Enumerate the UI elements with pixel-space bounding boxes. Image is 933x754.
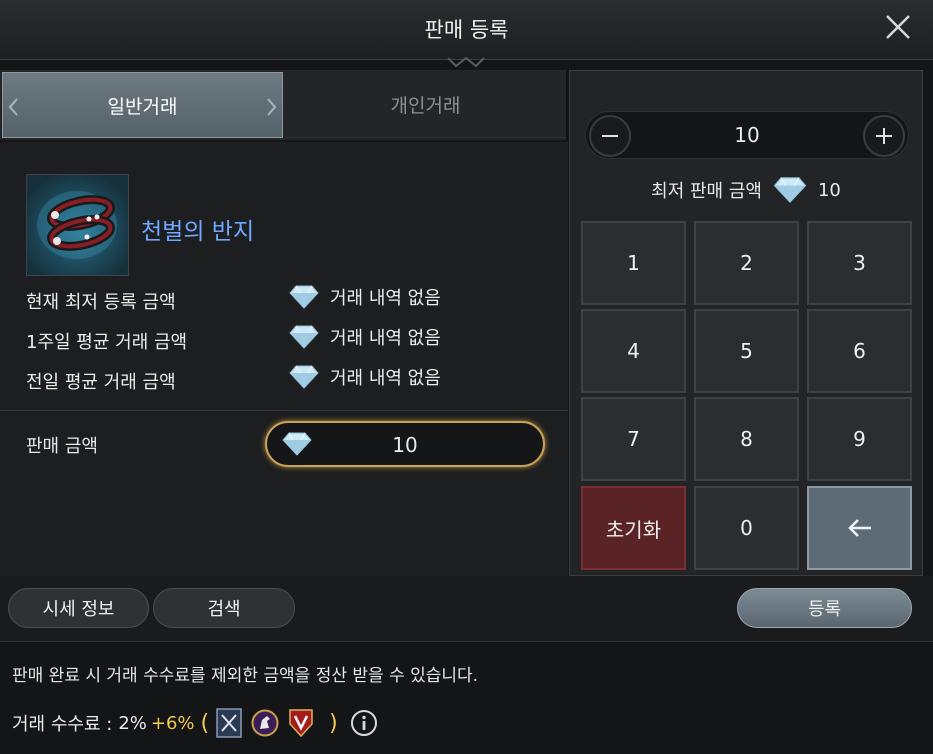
min-price-label: 최저 판매 금액 [651,181,762,202]
arrow-left-icon [847,519,871,537]
tab-label: 개인거래 [390,95,461,117]
ring-icon [37,191,117,259]
open-paren: ( [200,710,210,736]
item-details: 천벌의 반지 현재 최저 등록 금액 거래 내역 없음 1주일 평균 거래 금액… [0,140,568,576]
week-average-value: 거래 내역 없음 [286,324,441,350]
tab-ornament-icon [8,98,18,116]
info-icon[interactable] [350,709,378,737]
min-price-value: 10 [817,179,841,201]
tab-label: 일반거래 [107,95,178,118]
value-text: 거래 내역 없음 [330,328,441,349]
guild-banner-icon[interactable] [215,708,243,738]
ornament-icon [447,56,485,68]
search-button[interactable]: 검색 [153,588,295,628]
tab-private-trade[interactable]: 개인거래 [285,72,566,138]
current-lowest-label: 현재 최저 등록 금액 [26,292,176,313]
key-5[interactable]: 5 [694,309,799,393]
action-bar: 시세 정보 검색 등록 [0,576,933,642]
sale-price-input[interactable]: 10 [265,421,545,467]
close-paren: ) [329,710,338,736]
min-price-row: 최저 판매 금액 10 [570,175,922,205]
item-name: 천벌의 반지 [141,219,255,245]
diamond-icon [289,325,319,349]
diamond-icon [289,285,319,309]
key-7[interactable]: 7 [581,397,686,481]
yesterday-average-value: 거래 내역 없음 [286,364,441,390]
horse-emblem-icon[interactable] [251,708,279,738]
fee-label: 거래 수수료 : [12,714,113,735]
key-9[interactable]: 9 [807,397,912,481]
title-bar: 판매 등록 [0,0,933,68]
sale-price-label: 판매 금액 [26,436,98,457]
key-3[interactable]: 3 [807,221,912,305]
register-button[interactable]: 등록 [737,588,912,628]
settlement-notice: 판매 완료 시 거래 수수료를 제외한 금액을 정산 받을 수 있습니다. [12,666,479,686]
key-2[interactable]: 2 [694,221,799,305]
key-6[interactable]: 6 [807,309,912,393]
plus-button[interactable] [863,115,905,157]
stepper-value: 10 [734,123,760,147]
fee-row: 거래 수수료 : 2% +6% ( ) [12,705,378,741]
fee-bonus: +6% [150,712,195,734]
keypad-panel: 10 최저 판매 금액 10 1 2 3 4 5 6 7 8 9 초기화 0 [569,70,923,576]
value-text: 거래 내역 없음 [330,288,441,309]
reset-button[interactable]: 초기화 [581,486,686,570]
v-shield-icon[interactable] [287,708,315,738]
key-1[interactable]: 1 [581,221,686,305]
quantity-stepper: 10 [585,111,909,159]
sale-price-value: 10 [392,433,418,457]
window-title: 판매 등록 [424,18,509,42]
diamond-icon [289,365,319,389]
current-lowest-value: 거래 내역 없음 [286,284,441,310]
value-text: 거래 내역 없음 [330,368,441,389]
key-8[interactable]: 8 [694,397,799,481]
close-icon[interactable] [883,12,913,42]
backspace-button[interactable] [807,486,912,570]
tab-ornament-icon [267,98,277,116]
item-info-panel: 일반거래 개인거래 천벌의 반지 현재 최저 등록 금액 거래 내역 없음 1주… [0,70,568,576]
market-info-button[interactable]: 시세 정보 [8,588,149,628]
divider [0,410,568,411]
key-4[interactable]: 4 [581,309,686,393]
tab-general-trade[interactable]: 일반거래 [2,72,283,138]
key-0[interactable]: 0 [694,486,799,570]
week-average-label: 1주일 평균 거래 금액 [26,332,188,353]
item-slot[interactable] [26,174,129,276]
fee-base: 2% [118,712,147,734]
yesterday-average-label: 전일 평균 거래 금액 [26,372,176,393]
diamond-icon [773,177,807,204]
